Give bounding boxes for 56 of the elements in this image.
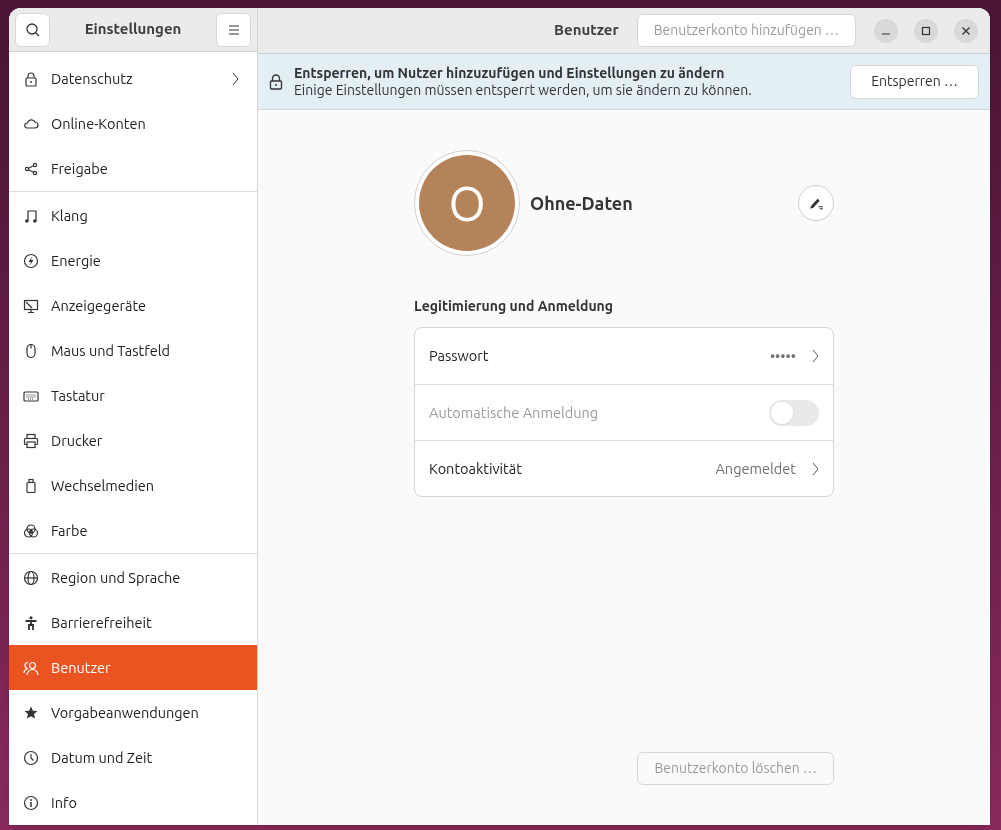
close-icon	[961, 25, 971, 36]
menu-icon	[227, 24, 240, 35]
sidebar-item[interactable]: Online-Konten	[9, 101, 257, 146]
settings-row[interactable]: Kontoaktivität Angemeldet	[415, 440, 833, 496]
monitor-icon	[23, 297, 39, 314]
sidebar-item[interactable]: Farbe	[9, 508, 257, 553]
sidebar-item[interactable]: Benutzer	[9, 645, 257, 690]
lock-icon	[23, 70, 39, 87]
menu-button[interactable]	[216, 12, 251, 47]
search-icon	[24, 21, 41, 38]
sidebar-item[interactable]: Tastatur	[9, 373, 257, 418]
minimize-button[interactable]	[874, 18, 898, 43]
sidebar-item[interactable]: Freigabe	[9, 146, 257, 191]
music-note-icon	[23, 207, 39, 224]
share-icon	[23, 160, 39, 177]
person-icon	[23, 614, 39, 631]
sidebar-item[interactable]: Vorgabeanwendungen	[9, 690, 257, 735]
minimize-icon	[882, 32, 890, 35]
users-icon	[23, 659, 39, 676]
sidebar-item[interactable]: Energie	[9, 238, 257, 283]
color-circles-icon	[23, 522, 39, 539]
edit-button[interactable]	[798, 185, 834, 221]
sidebar-item[interactable]: Drucker	[9, 418, 257, 463]
chevron-right-icon	[812, 349, 819, 363]
chevron-right-icon	[232, 71, 239, 86]
lock-icon	[269, 73, 283, 90]
unlock-button[interactable]: Entsperren …	[850, 64, 979, 99]
printer-icon	[23, 432, 39, 449]
banner-title: Entsperren, um Nutzer hinzuzufügen und Einstellungen zu ändern	[294, 64, 726, 82]
maximize-button[interactable]	[914, 18, 938, 43]
sidebar-item[interactable]: Maus und Tastfeld	[9, 328, 257, 373]
globe-icon	[23, 569, 39, 586]
clock-icon	[23, 749, 39, 766]
chevron-right-icon	[812, 461, 819, 476]
sidebar-item[interactable]: Datum und Zeit	[9, 735, 257, 780]
usb-drive-icon	[23, 477, 39, 494]
window-title: Einstellungen	[84, 19, 182, 40]
sidebar-item[interactable]: Datenschutz	[9, 56, 257, 101]
avatar-initial: O	[419, 155, 515, 251]
sidebar-item[interactable]: Barrierefreiheit	[9, 600, 257, 645]
sidebar-item[interactable]: Anzeigegeräte	[9, 283, 257, 328]
page-title: Benutzer	[554, 20, 619, 41]
mouse-icon	[23, 342, 39, 359]
user-name: Ohne-Daten	[530, 191, 634, 215]
sidebar-item[interactable]: Klang	[9, 193, 257, 238]
sidebar-item[interactable]: Region und Sprache	[9, 555, 257, 600]
settings-row[interactable]: Passwort •••••	[415, 328, 833, 384]
banner-subtitle: Einige Einstellungen müssen entsperrt werden, um sie ändern zu können.	[294, 81, 753, 99]
search-button[interactable]	[15, 12, 50, 47]
lightning-icon	[23, 252, 39, 269]
section-title: Legitimierung und Anmeldung	[414, 297, 615, 316]
sidebar-item[interactable]: Wechselmedien	[9, 463, 257, 508]
close-button[interactable]	[954, 18, 978, 43]
maximize-icon	[921, 25, 931, 36]
sidebar-item[interactable]: Info	[9, 780, 257, 825]
info-icon	[23, 794, 39, 811]
